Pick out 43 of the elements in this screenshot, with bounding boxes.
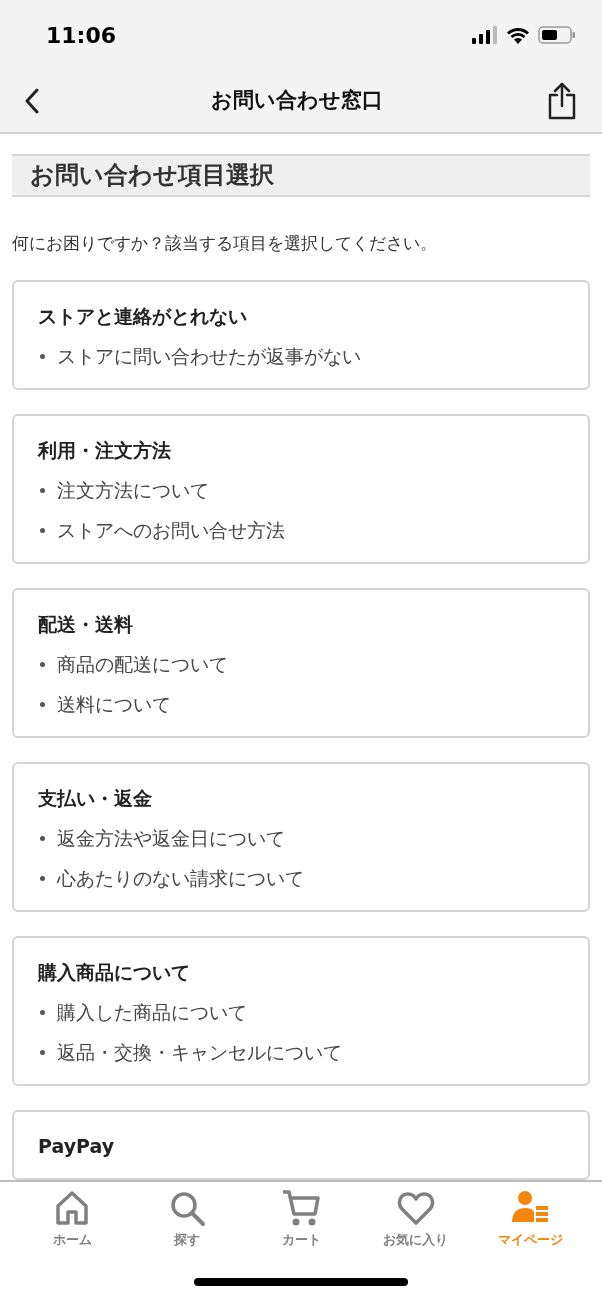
signal-icon [472,26,498,44]
intro-text: 何にお困りですか？該当する項目を選択してください。 [12,231,438,255]
category-card[interactable]: 支払い・返金 返金方法や返金日について 心あたりのない請求について [12,762,590,912]
category-title: PayPay [38,1134,116,1159]
category-title: 利用・注文方法 [38,438,172,463]
nav-tab[interactable]: お気に入り [367,1188,464,1250]
topic-link[interactable]: 購入した商品について [57,997,247,1027]
bullet-icon [40,835,45,841]
section-header: お問い合わせ項目選択 [12,154,590,197]
cart-icon [281,1188,321,1228]
bullet-icon [40,527,45,533]
bullet-icon [40,1049,45,1055]
bullet-icon [40,487,45,493]
bullet-icon [40,1009,45,1015]
category-title: 支払い・返金 [38,786,153,811]
topic-link[interactable]: ストアに問い合わせたが返事がない [57,341,361,371]
category-card[interactable]: 利用・注文方法 注文方法について ストアへのお問い合せ方法 [12,414,590,564]
nav-tab[interactable]: カート [253,1188,349,1250]
topic-link[interactable]: 商品の配送について [57,649,228,679]
bullet-icon [40,701,45,707]
nav-tab[interactable]: 探す [138,1188,235,1250]
topic-link[interactable]: 返金方法や返金日について [57,823,285,853]
category-title: 購入商品について [38,960,191,985]
topic-link[interactable]: ストアへのお問い合せ方法 [57,515,285,545]
topic-link[interactable]: 送料について [57,689,171,719]
bullet-icon [40,875,45,881]
nav-tab[interactable]: ホーム [24,1188,120,1250]
share-button[interactable] [546,81,578,121]
bullet-icon [40,353,45,359]
topic-link[interactable]: 注文方法について [57,475,209,505]
category-card[interactable]: ストアと連絡がとれない ストアに問い合わせたが返事がない [12,280,590,390]
battery-icon [538,26,576,44]
topic-link[interactable]: 心あたりのない請求について [57,863,304,893]
category-title: ストアと連絡がとれない [38,304,248,329]
wifi-icon [506,26,530,44]
category-card[interactable]: PayPay [12,1110,590,1180]
topic-link[interactable]: 返品・交換・キャンセルについて [57,1037,342,1067]
bullet-icon [40,661,45,667]
status-time: 11:06 [46,21,117,50]
category-card[interactable]: 配送・送料 商品の配送について 送料について [12,588,590,738]
category-title: 配送・送料 [38,612,134,637]
category-card[interactable]: 購入商品について 購入した商品について 返品・交換・キャンセルについて [12,936,590,1086]
page-title: お問い合わせ窓口 [211,87,383,115]
